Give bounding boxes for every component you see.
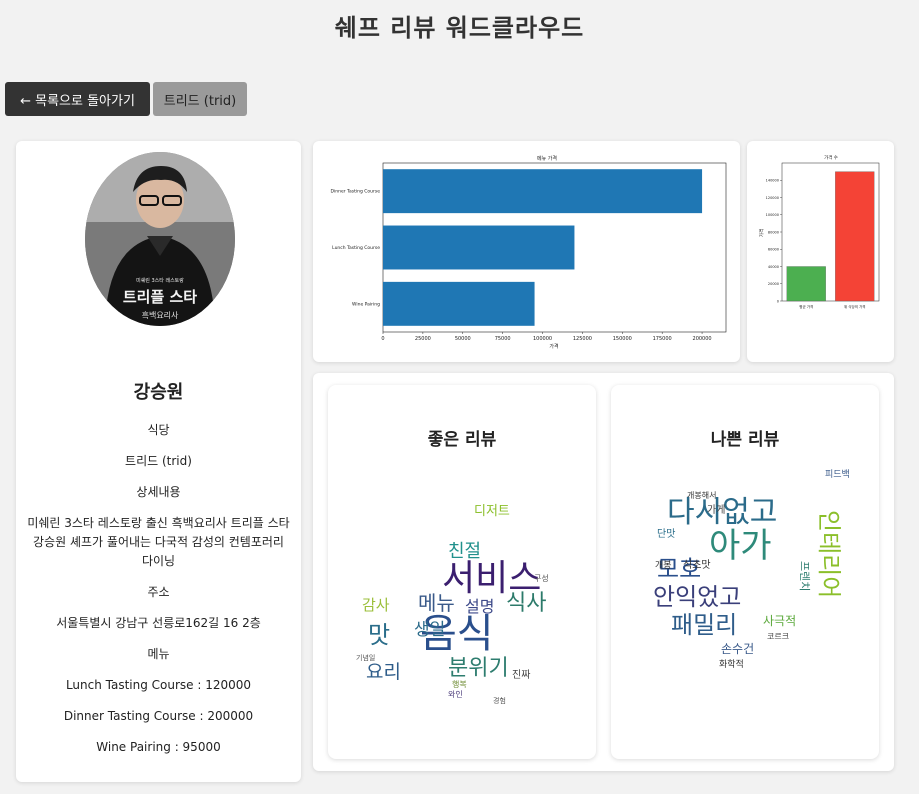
y-tick-label: 0 [777,299,779,303]
x-tick-label: 25000 [415,336,431,342]
price-compare-chart: 가격 수 평균 가격 위 식당의 가격 0 20000 40000 60000 80000 1… [758,154,880,309]
bar [383,225,575,270]
y-tick-label: Lunch Tasting Course [332,245,380,251]
word: 설명 [465,597,494,616]
menu-item: Dinner Tasting Course : 200000 [63,709,254,723]
menu-item: Wine Pairing : 95000 [96,740,221,754]
chef-photo: 미쉐린 3스타 레스토랑 트리플 스타 흑백요리사 [85,152,235,326]
word: 인테리어 [815,510,843,598]
word: 프렌치 [798,561,811,591]
word: 요리 [366,661,401,683]
chef-name: 강승원 [133,382,184,403]
y-tick-label: 80000 [768,230,779,234]
bar [786,266,826,302]
bad-review-card: 나쁜 리뷰 다시없고 아가 모호 안익었고 패밀리 인테리어 손수건 사극적 단… [611,385,879,759]
menu-label: 메뉴 [147,647,170,661]
svg-text:미쉐린 3스타 레스토랑: 미쉐린 3스타 레스토랑 [136,277,184,284]
detail-text: 미쉐린 3스타 레스토랑 출신 흑백요리사 트리플 스타 강승원 셰프가 풀어내… [27,516,290,568]
word: 디저트 [474,504,510,519]
back-to-list-button[interactable]: ← 목록으로 돌아가기 [5,82,150,116]
chart-title: 가격 수 [824,154,838,161]
wordcloud-section: 좋은 리뷰 서비스 음식 분위기 메뉴 생일 설명 식사 친절 감사 맛 요리 … [313,373,894,771]
word: 손수건 [721,642,754,656]
y-tick-label: Wine Pairing [352,301,380,307]
word: 진짜 [512,669,530,681]
word: 코르크 [767,632,789,641]
x-tick-label: 위 식당의 가격 [844,304,866,309]
restaurant-name: 트리드 (trid) [125,454,192,468]
bar [835,171,875,302]
price-compare-chart-card: 가격 수 평균 가격 위 식당의 가격 0 20000 40000 60000 80000 1… [747,141,894,362]
word: 생일 [414,620,445,640]
x-axis-label: 가격 [549,343,558,350]
menu-price-chart-card: 메뉴 가격 Dinner Tasting Course Lunch Tasting… [313,141,740,362]
word: 패밀리 [671,611,737,639]
word: 개봉 [655,560,672,571]
x-tick-label: 200000 [693,336,712,342]
x-tick-label: 50000 [455,336,471,342]
y-tick-label: Dinner Tasting Course [331,189,381,195]
word: 감사 [362,596,390,614]
address-text: 서울특별시 강남구 선릉로162길 16 2층 [56,616,261,630]
word: 맛 [368,621,390,649]
address-label: 주소 [147,585,170,599]
word: 단맛 [657,528,675,540]
word: 피드백 [825,469,850,480]
y-tick-label: 20000 [768,282,779,286]
detail-label: 상세내용 [136,485,181,499]
word: 친절 [448,541,481,562]
word: 메뉴 [418,591,455,615]
photo-caption-sub: 흑백요리사 [142,310,179,320]
word: 경험 [493,696,506,705]
page-title: 쉐프 리뷰 워드클라우드 [334,14,585,42]
y-axis-label: 가격 [758,229,765,237]
word: 아가 [709,526,772,566]
y-tick-label: 40000 [768,265,779,269]
word: 안익었고 [653,583,741,611]
x-tick-label: 100000 [533,336,552,342]
word: 구성 [534,574,549,583]
y-tick-label: 100000 [766,213,779,217]
restaurant-label: 식당 [147,423,170,437]
y-tick-label: 60000 [768,248,779,252]
x-tick-label: 평균 가격 [799,304,813,309]
word: 와인 [448,689,463,699]
x-tick-label: 75000 [495,336,511,342]
bar [383,169,703,214]
chart-title: 메뉴 가격 [537,155,557,162]
good-review-card: 좋은 리뷰 서비스 음식 분위기 메뉴 생일 설명 식사 친절 감사 맛 요리 … [328,385,596,759]
menu-item: Lunch Tasting Course : 120000 [65,678,252,692]
restaurant-button[interactable]: 트리드 (trid) [153,82,247,116]
word: 화학적 [719,658,744,670]
word: 행복 [452,679,467,689]
chef-profile-card: 미쉐린 3스타 레스토랑 트리플 스타 흑백요리사 강승원 식당 트리드 (tr… [16,141,301,782]
menu-price-chart: 메뉴 가격 Dinner Tasting Course Lunch Tasting… [331,155,727,350]
x-tick-label: 150000 [613,336,632,342]
y-tick-label: 140000 [766,179,779,183]
word: 개봉해서 [687,490,716,500]
good-wordcloud: 서비스 음식 분위기 메뉴 생일 설명 식사 친절 감사 맛 요리 기념일 진짜… [356,504,549,705]
bar [383,281,535,326]
word: 식초맛 [683,559,711,571]
x-tick-label: 175000 [653,336,672,342]
word: 분위기 [448,656,509,681]
photo-caption-main: 트리플 스타 [123,288,197,306]
word: 식사 [506,591,546,616]
x-tick-label: 125000 [573,336,592,342]
x-tick-label: 0 [381,336,384,342]
word: 기념일 [356,653,375,662]
word: 가게 [707,504,725,516]
y-tick-label: 120000 [766,196,779,200]
bad-wordcloud: 다시없고 아가 모호 안익었고 패밀리 인테리어 손수건 사극적 단맛 개봉 식… [653,469,850,670]
word: 사극적 [763,614,796,628]
